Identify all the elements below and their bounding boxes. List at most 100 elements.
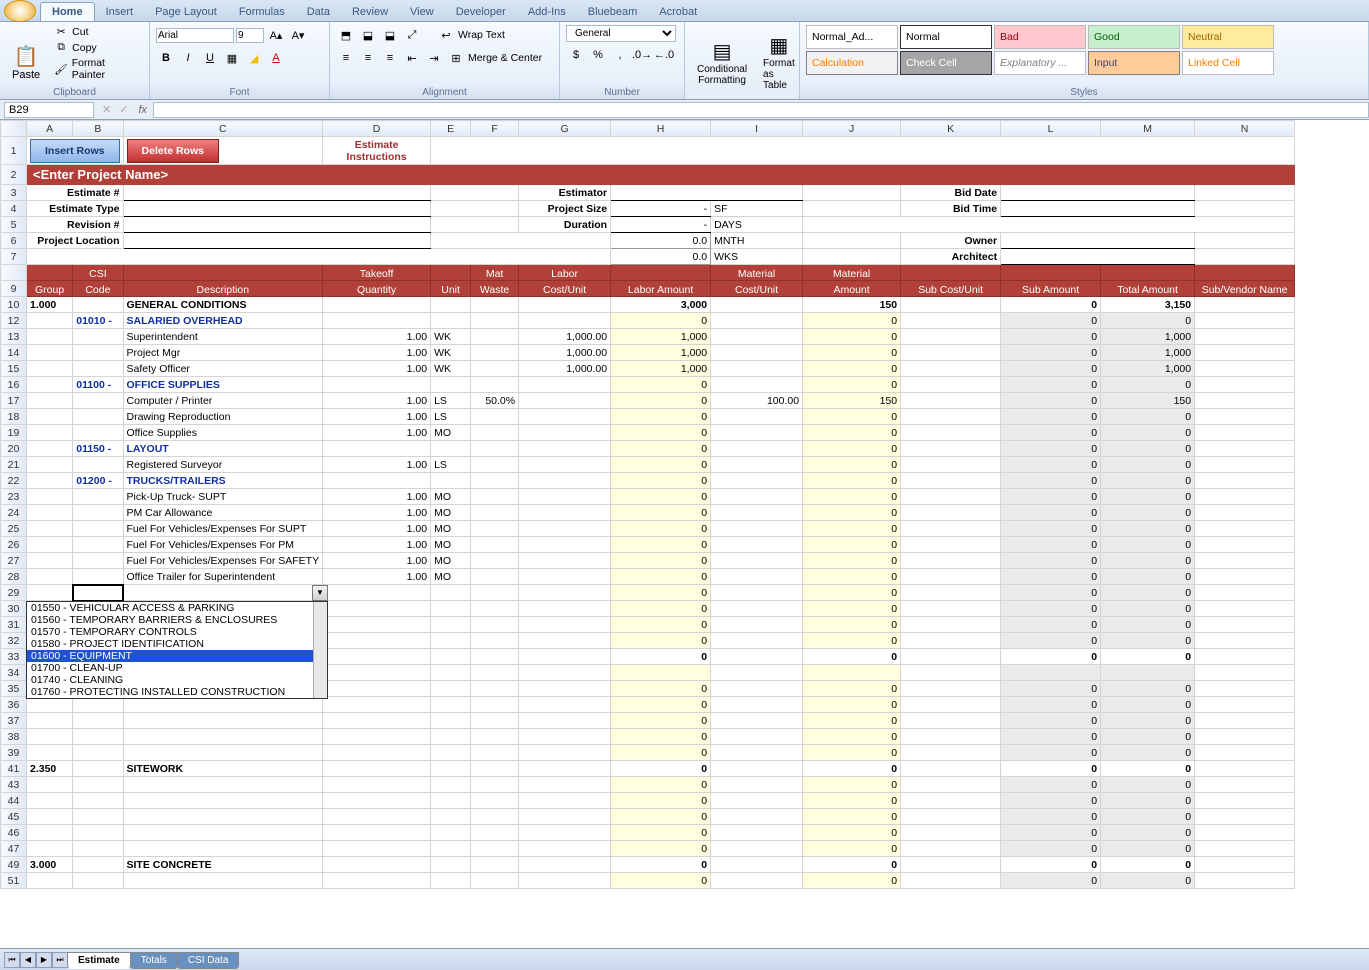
cell[interactable]: 1.00 xyxy=(323,393,431,409)
cell[interactable]: 150 xyxy=(803,393,901,409)
cell[interactable] xyxy=(711,345,803,361)
cell[interactable] xyxy=(73,697,123,713)
cell[interactable]: 0 xyxy=(1101,377,1195,393)
cell[interactable] xyxy=(711,601,803,617)
cell[interactable] xyxy=(471,457,519,473)
cell[interactable]: 0 xyxy=(1001,457,1101,473)
cell[interactable]: 0 xyxy=(1001,857,1101,873)
cell[interactable] xyxy=(711,553,803,569)
cell[interactable] xyxy=(901,393,1001,409)
cell[interactable]: 150 xyxy=(803,297,901,313)
cell[interactable] xyxy=(123,585,323,601)
cell[interactable]: Insert Rows xyxy=(27,137,124,165)
tab-developer[interactable]: Developer xyxy=(445,3,517,21)
merge-label[interactable]: Merge & Center xyxy=(468,52,542,64)
cell[interactable]: WK xyxy=(431,329,471,345)
cell[interactable] xyxy=(1195,441,1295,457)
cell[interactable]: 0 xyxy=(611,393,711,409)
cell[interactable] xyxy=(1195,825,1295,841)
cell[interactable] xyxy=(519,793,611,809)
cell[interactable]: CSI xyxy=(73,265,123,281)
cell[interactable]: 0 xyxy=(803,761,901,777)
cell[interactable] xyxy=(27,793,73,809)
cell[interactable] xyxy=(323,633,431,649)
cell[interactable]: 0 xyxy=(1001,441,1101,457)
cell[interactable] xyxy=(711,857,803,873)
cell[interactable] xyxy=(471,665,519,681)
cell[interactable] xyxy=(73,713,123,729)
cell[interactable]: 0 xyxy=(803,521,901,537)
decrease-indent-icon[interactable]: ⇤ xyxy=(402,48,422,68)
cell[interactable] xyxy=(471,649,519,665)
cell[interactable] xyxy=(1195,521,1295,537)
cell[interactable]: 0 xyxy=(1101,873,1195,889)
cell[interactable] xyxy=(431,841,471,857)
cell[interactable] xyxy=(471,409,519,425)
cell[interactable] xyxy=(1195,537,1295,553)
cell[interactable] xyxy=(711,489,803,505)
row-header-32[interactable]: 32 xyxy=(1,633,27,649)
cell[interactable] xyxy=(611,265,711,281)
cell[interactable] xyxy=(519,569,611,585)
cell[interactable]: 0 xyxy=(1001,409,1101,425)
cell[interactable] xyxy=(431,617,471,633)
cell[interactable]: 0 xyxy=(1001,633,1101,649)
cell[interactable]: 1,000 xyxy=(1101,329,1195,345)
cell[interactable]: 0 xyxy=(1101,649,1195,665)
cell[interactable]: 0 xyxy=(1101,521,1195,537)
cell[interactable] xyxy=(27,569,73,585)
cell[interactable] xyxy=(711,713,803,729)
row-header-2[interactable]: 2 xyxy=(1,165,27,185)
dropdown-option[interactable]: 01740 - CLEANING xyxy=(27,674,327,686)
cell[interactable] xyxy=(471,713,519,729)
cell[interactable] xyxy=(1195,585,1295,601)
cell[interactable] xyxy=(1195,505,1295,521)
cell[interactable] xyxy=(27,841,73,857)
row-header-27[interactable]: 27 xyxy=(1,553,27,569)
cell[interactable]: 01200 - xyxy=(73,473,123,489)
cell[interactable]: 0 xyxy=(1101,729,1195,745)
cell[interactable] xyxy=(711,409,803,425)
cell[interactable]: Code xyxy=(73,281,123,297)
cell[interactable]: Quantity xyxy=(323,281,431,297)
cell[interactable]: 0 xyxy=(1001,681,1101,697)
cell[interactable] xyxy=(27,313,73,329)
cell[interactable]: 01100 - xyxy=(73,377,123,393)
cell[interactable]: Unit xyxy=(431,281,471,297)
style-bad[interactable]: Bad xyxy=(994,25,1086,49)
cell[interactable] xyxy=(27,377,73,393)
row-header-26[interactable]: 26 xyxy=(1,537,27,553)
cell[interactable]: 0 xyxy=(1101,473,1195,489)
cell[interactable]: 1.00 xyxy=(323,329,431,345)
wrap-text-icon[interactable]: ↩ xyxy=(436,25,456,45)
cell[interactable] xyxy=(431,633,471,649)
cell[interactable]: 0 xyxy=(803,377,901,393)
cell[interactable] xyxy=(431,649,471,665)
cell[interactable]: 0 xyxy=(611,777,711,793)
cell[interactable]: 1.00 xyxy=(323,505,431,521)
cell[interactable] xyxy=(901,441,1001,457)
cell[interactable] xyxy=(431,793,471,809)
cell[interactable] xyxy=(73,521,123,537)
cell[interactable] xyxy=(431,729,471,745)
cell[interactable] xyxy=(901,697,1001,713)
cell[interactable]: 0 xyxy=(1001,809,1101,825)
row-header-34[interactable]: 34 xyxy=(1,665,27,681)
cell[interactable] xyxy=(519,617,611,633)
cell[interactable]: Cost/Unit xyxy=(519,281,611,297)
cell[interactable] xyxy=(73,393,123,409)
cell[interactable] xyxy=(519,441,611,457)
cell[interactable]: OFFICE SUPPLIES xyxy=(123,377,323,393)
cell[interactable] xyxy=(1195,633,1295,649)
cell[interactable] xyxy=(1195,841,1295,857)
cell[interactable] xyxy=(519,505,611,521)
cell[interactable] xyxy=(431,713,471,729)
cell[interactable] xyxy=(519,537,611,553)
cell[interactable]: Superintendent xyxy=(123,329,323,345)
row-header-13[interactable]: 13 xyxy=(1,329,27,345)
cell[interactable]: 0 xyxy=(1001,505,1101,521)
cell[interactable] xyxy=(901,457,1001,473)
cell[interactable] xyxy=(73,841,123,857)
comma-icon[interactable]: , xyxy=(610,45,630,65)
cell[interactable] xyxy=(323,601,431,617)
